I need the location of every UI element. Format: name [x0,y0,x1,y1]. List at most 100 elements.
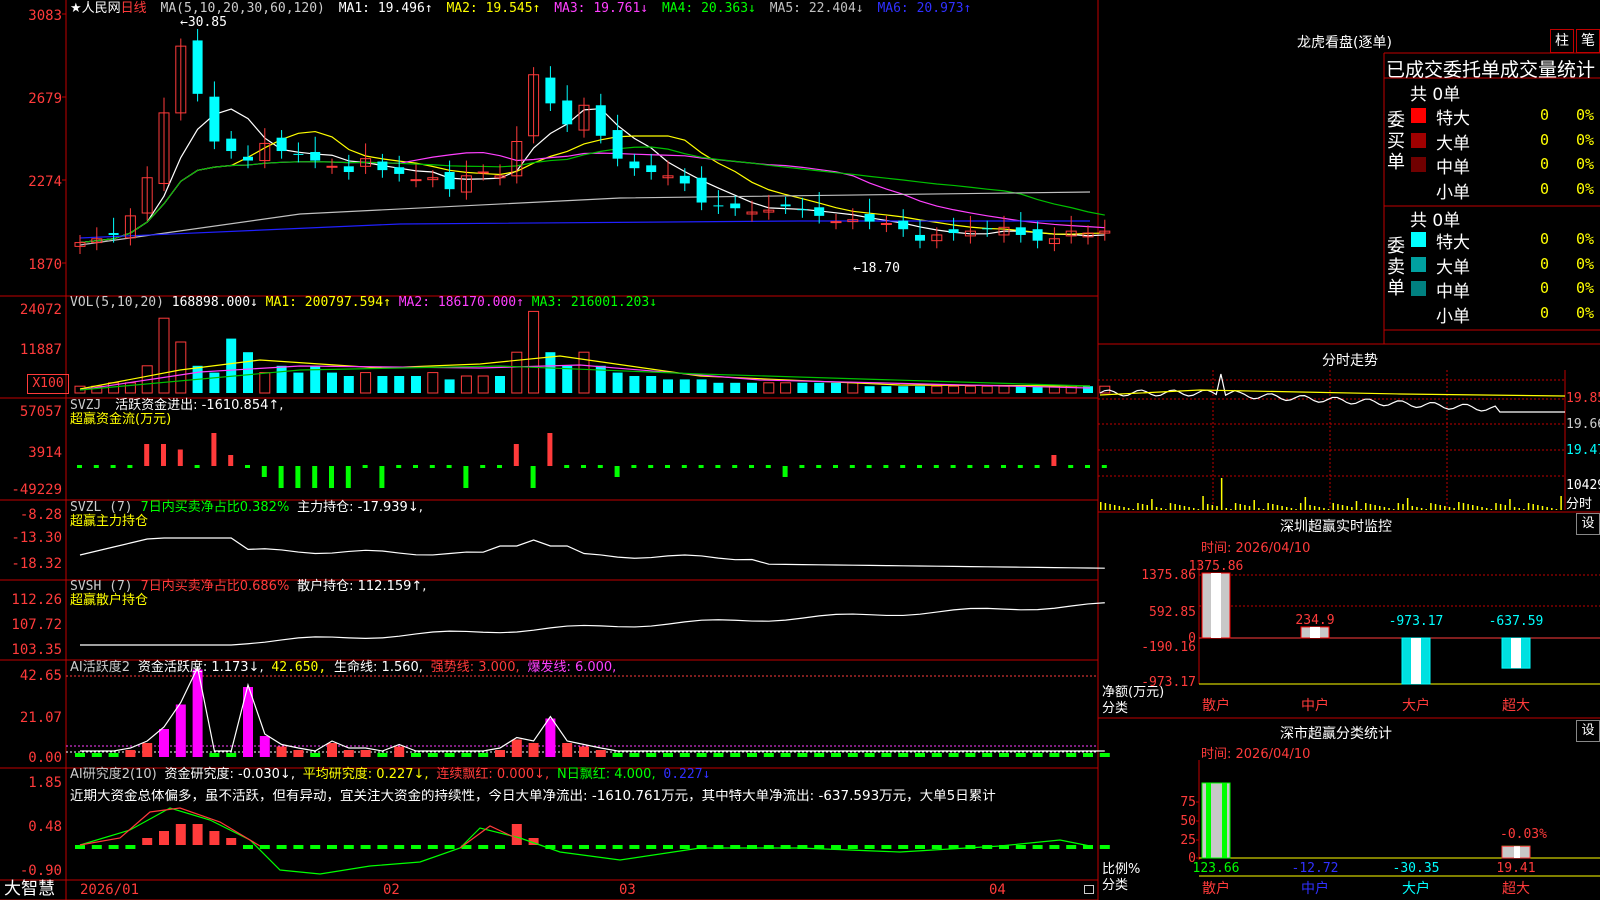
intraday-volume-bar [1197,509,1200,510]
svsh-subtitle: 超赢散户持仓 [70,593,149,608]
fund-flow-bar [547,433,553,466]
volume-ma3: MA3: 216001.203↓ [531,295,658,310]
activity-bar [595,750,606,757]
intraday-volume-bar [1174,504,1176,510]
monitor-time: 时间: 2026/04/10 [1201,541,1311,556]
ai1-y-tick: 0.00 [28,750,62,766]
activity-bar [1099,753,1110,757]
intraday-volume-bar [1146,505,1148,510]
intraday-volume-bar [1137,503,1139,510]
fund-flow-bar [833,465,838,468]
intraday-volume-bar [1504,505,1507,510]
svsh-y-tick: 103.35 [11,642,62,658]
intraday-volume-bar [1332,503,1334,510]
fund-flow-bar [228,455,234,466]
intraday-volume-bar [1225,508,1228,510]
volume-bar [276,365,287,393]
ai1-y-tick: 42.65 [19,668,62,684]
ai2-y-tick: 1.85 [28,775,62,791]
fund-flow-bar [1068,465,1074,468]
volume-bar [847,382,859,394]
order-qty: 0 [1540,106,1550,124]
intraday-volume-bar [1127,508,1130,510]
fund-flow-bar [362,465,368,468]
tick-view-button[interactable]: 笔 [1576,29,1600,53]
intraday-volume-bar [1518,508,1520,510]
volume-bar [696,379,707,393]
fund-flow-bar [984,465,990,468]
stock-chart-canvas[interactable]: 1375.86592.850-190.16-973.171375.86散户234… [0,0,1600,900]
fund-flow-bar [681,465,687,468]
volume-bar [1083,386,1093,393]
intraday-volume-bar [1351,507,1353,510]
research-bar [1049,845,1060,849]
ai-n-day-red: N日飘红: 4.000, [556,767,656,782]
volume-bar [646,376,657,393]
research-bar [478,845,489,849]
lhb-title: 龙虎看盘(逐单) [1297,35,1392,51]
intraday-price: 19.47 [1566,443,1600,458]
intraday-volume-bar [1523,509,1525,510]
intraday-volume-bar [1420,508,1423,510]
intraday-volume-bar [1369,504,1372,510]
fund-flow-bar [480,465,486,468]
fund-flow-bar [967,465,973,468]
monitor-value-label: -973.17 [1389,614,1444,629]
volume-bar [175,341,187,394]
svzl-y-tick: -8.28 [19,507,62,523]
fund-flow-bar [161,444,166,466]
monitor-settings-button[interactable]: 设 [1576,513,1600,535]
volume-bar [612,372,623,393]
intraday-volume-bar [1346,506,1348,510]
order-qty: 0 [1540,279,1550,297]
fund-flow-bar [497,465,502,468]
intraday-volume-bar [1216,506,1218,510]
order-size-label: 小单 [1436,182,1470,203]
intraday-volume-bar [1299,503,1302,510]
monitor-category-label: 散户 [1202,697,1230,714]
intraday-volume-bar [1244,505,1246,510]
lock-icon[interactable] [1084,885,1094,894]
candle-down [209,96,220,142]
volume-bar [780,382,792,394]
vol-y-tick: 11887 [19,342,62,358]
order-pct: 0% [1576,279,1595,297]
intraday-volume-bar [1179,505,1181,510]
svzj-value: 活跃资金进出: -1610.854↑, [115,398,284,413]
activity-bar [142,743,153,757]
volume-unit-button[interactable]: X100 [27,374,69,394]
intraday-volume-bar [1439,505,1441,510]
volume-bar [528,310,540,394]
fund-flow-bar [749,465,754,468]
intraday-volume-bar [1318,507,1321,510]
classify-settings-button[interactable]: 设 [1576,720,1600,742]
monitor-xlabel: 分类 [1102,701,1129,716]
candle-down [696,177,707,203]
activity-bar [948,753,959,757]
ai-activity-peak: 42.650, [271,660,327,675]
volume-bar [998,385,1010,394]
fund-flow-bar [715,465,721,468]
bar-view-button[interactable]: 柱 [1550,29,1574,53]
research-bar [595,845,606,849]
activity-bar [747,753,757,757]
research-bar [175,824,186,845]
volume-bar [293,372,304,393]
research-bar [276,845,287,849]
activity-bar [999,753,1009,757]
research-bar [343,845,354,849]
activity-bar [293,750,304,757]
activity-bar [276,746,287,757]
activity-bar [125,750,136,757]
research-bar [125,845,136,849]
fund-flow-bar [1051,455,1057,466]
svzj-y-tick: -49229 [11,482,62,498]
intraday-volume-bar [1444,506,1446,510]
fund-flow-bar [463,466,469,488]
intraday-volume-bar [1220,478,1223,510]
volume-bar [747,382,757,393]
candle-down [108,233,119,235]
research-bar [159,831,169,845]
period-label[interactable]: 日线 [121,1,147,16]
intraday-volume-bar [1425,509,1427,510]
